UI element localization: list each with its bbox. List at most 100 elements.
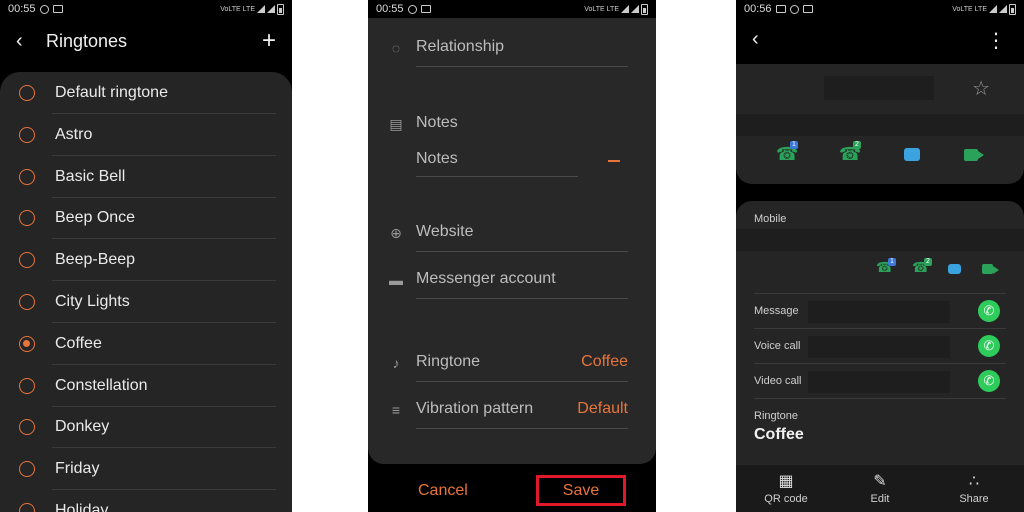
radio-unselected[interactable]: [19, 210, 35, 227]
relationship-field[interactable]: ◌ Relationship: [368, 38, 656, 68]
ringtone-item[interactable]: Basic Bell: [0, 156, 292, 198]
divider: [416, 176, 578, 177]
radio-unselected[interactable]: [19, 252, 35, 269]
notification-icon: [407, 4, 417, 14]
relationship-label: Relationship: [416, 38, 505, 55]
radio-unselected[interactable]: [19, 419, 35, 436]
divider: [416, 251, 628, 252]
divider: [416, 428, 628, 429]
radio-unselected[interactable]: [19, 377, 35, 394]
divider: [416, 66, 628, 67]
chat-icon: ▬: [389, 272, 403, 288]
sim2-badge: 2: [924, 258, 932, 266]
whatsapp-icon[interactable]: ✆: [978, 335, 1000, 357]
ringtone-item[interactable]: Friday: [0, 448, 292, 491]
back-arrow-icon[interactable]: ‹: [16, 30, 46, 53]
form-actions: Cancel Save: [368, 464, 656, 512]
signal-icon: [999, 5, 1007, 13]
video-call-icon[interactable]: [982, 264, 999, 274]
ringtone-item[interactable]: Beep Once: [0, 197, 292, 240]
ringtones-screen: 00:55 VoLTE LTE ‹ Ringtones + Default ri…: [0, 0, 292, 512]
ringtone-label: City Lights: [55, 293, 130, 310]
vibration-icon: ≡: [391, 402, 401, 418]
radio-unselected[interactable]: [19, 126, 35, 143]
save-button[interactable]: Save: [536, 475, 626, 506]
ringtone-item[interactable]: Coffee: [0, 323, 292, 365]
vibration-value: Default: [577, 400, 628, 417]
radio-unselected[interactable]: [19, 503, 35, 512]
ringtone-label: Ringtone: [754, 410, 799, 422]
signal-icon: [267, 5, 275, 13]
vibration-field[interactable]: ≡ Vibration pattern Default: [368, 400, 656, 428]
ringtone-label: Coffee: [55, 334, 102, 352]
website-label: Website: [416, 223, 474, 240]
favorite-star-icon[interactable]: ☆: [972, 76, 990, 101]
radio-unselected[interactable]: [19, 168, 35, 185]
message-icon[interactable]: [948, 264, 961, 274]
status-bar: 00:56 VoLTE LTE: [736, 0, 1024, 18]
ringtone-value: Coffee: [581, 353, 628, 370]
status-bar: 00:55 VoLTE LTE: [0, 0, 292, 18]
music-note-icon: ♪: [392, 355, 400, 371]
divider: [754, 363, 1006, 364]
signal-icon: [631, 5, 639, 13]
messenger-label: Messenger account: [416, 270, 556, 287]
divider: [754, 398, 1006, 399]
whatsapp-icon[interactable]: ✆: [978, 300, 1000, 322]
qr-code-button[interactable]: ▦ QR code: [746, 473, 826, 505]
divider: [416, 381, 628, 382]
notification-icon: [420, 5, 431, 13]
remove-icon[interactable]: [608, 160, 620, 162]
edit-label: Edit: [870, 493, 890, 505]
ringtone-label: Beep-Beep: [55, 251, 136, 269]
voice-call-label: Voice call: [754, 340, 801, 352]
back-arrow-icon[interactable]: ‹: [752, 28, 759, 51]
ringtone-item[interactable]: Beep-Beep: [0, 239, 292, 282]
notes-placeholder: Notes: [416, 150, 458, 167]
website-field[interactable]: ⊕ Website: [368, 223, 656, 251]
radio-unselected[interactable]: [19, 461, 35, 478]
pencil-icon: ✎: [873, 473, 887, 490]
ringtone-field[interactable]: ♪ Ringtone Coffee: [368, 353, 656, 381]
message-label: Message: [754, 305, 799, 317]
ringtone-value: Coffee: [754, 426, 804, 443]
ringtone-label: Constellation: [55, 376, 148, 394]
contact-header-card: ☆ ☎ 1 ☎ 2: [736, 64, 1024, 184]
network-label: VoLTE LTE: [220, 5, 255, 13]
ringtone-item[interactable]: Holiday: [0, 490, 292, 512]
network-label: VoLTE LTE: [584, 5, 619, 13]
messenger-field[interactable]: ▬ Messenger account: [368, 270, 656, 298]
signal-icon: [621, 5, 629, 13]
edit-button[interactable]: ✎ Edit: [840, 473, 920, 505]
notification-icon: [52, 5, 63, 13]
whatsapp-icon[interactable]: ✆: [978, 370, 1000, 392]
notification-icon: [39, 4, 49, 14]
plus-icon[interactable]: +: [262, 27, 276, 55]
redacted-number: [808, 301, 950, 323]
relationship-icon: ◌: [391, 40, 401, 56]
message-icon[interactable]: [904, 148, 920, 161]
radio-unselected[interactable]: [19, 294, 35, 310]
ringtone-item[interactable]: Donkey: [0, 406, 292, 449]
divider: [416, 298, 628, 299]
ringtone-item[interactable]: Astro: [0, 114, 292, 156]
ringtone-item[interactable]: City Lights: [0, 281, 292, 323]
redacted-number: [808, 336, 950, 358]
sim1-badge: 1: [790, 141, 798, 149]
signal-icon: [257, 5, 265, 13]
share-label: Share: [959, 493, 989, 505]
qr-code-icon: ▦: [778, 473, 794, 490]
sim2-badge: 2: [853, 141, 861, 149]
radio-unselected[interactable]: [19, 85, 35, 101]
more-options-icon[interactable]: ⋮: [986, 28, 1006, 53]
ringtone-label: Default ringtone: [55, 84, 168, 101]
radio-selected[interactable]: [19, 335, 35, 352]
video-call-icon[interactable]: [964, 149, 984, 161]
ringtone-item[interactable]: Default ringtone: [0, 72, 292, 114]
share-button[interactable]: ∴ Share: [934, 473, 1014, 505]
notes-input[interactable]: Notes: [368, 150, 656, 176]
network-label: VoLTE LTE: [952, 5, 987, 13]
cancel-button[interactable]: Cancel: [418, 482, 468, 500]
status-time: 00:55: [8, 3, 36, 15]
ringtone-item[interactable]: Constellation: [0, 365, 292, 407]
